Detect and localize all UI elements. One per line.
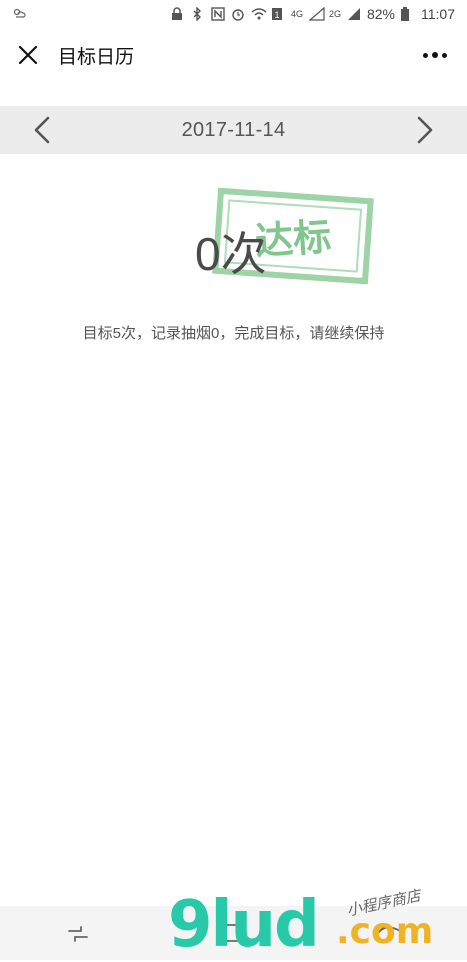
next-day-button[interactable] <box>405 110 445 150</box>
more-icon-dot <box>432 52 438 58</box>
lock-icon <box>171 7 185 21</box>
home-icon <box>224 924 243 942</box>
current-date: 2017-11-14 <box>181 118 286 141</box>
svg-text:1: 1 <box>274 10 279 20</box>
close-button[interactable] <box>14 41 42 69</box>
chevron-right-icon <box>417 116 433 144</box>
bluetooth-icon <box>191 6 205 22</box>
system-nav-bar <box>0 906 467 960</box>
recent-apps-button[interactable] <box>48 913 108 953</box>
smoke-count: 0次 <box>195 228 267 280</box>
clock: 11:07 <box>421 6 455 22</box>
chevron-left-icon <box>34 116 50 144</box>
signal-1-icon <box>308 6 325 21</box>
prev-day-button[interactable] <box>22 110 62 150</box>
back-button[interactable] <box>359 913 419 953</box>
close-icon <box>18 45 38 65</box>
nfc-icon <box>211 7 225 21</box>
date-navigator: 2017-11-14 <box>0 106 467 154</box>
status-left <box>12 7 26 21</box>
status-right: 1 4G 2G 82% 11:07 <box>171 6 455 22</box>
alarm-icon <box>231 7 245 21</box>
count-area: 达标 0次 <box>0 180 467 290</box>
battery-icon <box>401 7 415 21</box>
more-icon-dot <box>442 52 447 58</box>
more-icon-dot <box>423 52 428 58</box>
goal-message: 目标5次，记录抽烟0，完成目标，请继续保持 <box>82 325 385 342</box>
wifi-icon <box>251 7 267 21</box>
more-button[interactable] <box>417 41 453 69</box>
battery-percent: 82% <box>366 6 395 22</box>
weather-icon <box>12 7 26 21</box>
title-bar: 目标日历 <box>0 28 467 82</box>
network-2g-label: 2G <box>328 9 341 19</box>
home-button[interactable] <box>203 913 263 953</box>
back-icon <box>377 926 402 934</box>
signal-2-icon <box>347 7 361 21</box>
status-bar: 1 4G 2G 82% 11:07 <box>0 0 467 28</box>
recent-apps-icon <box>67 926 88 942</box>
sim-1-icon: 1 <box>271 7 285 21</box>
page-title: 目标日历 <box>58 46 135 68</box>
network-4g-label: 4G <box>290 9 303 19</box>
